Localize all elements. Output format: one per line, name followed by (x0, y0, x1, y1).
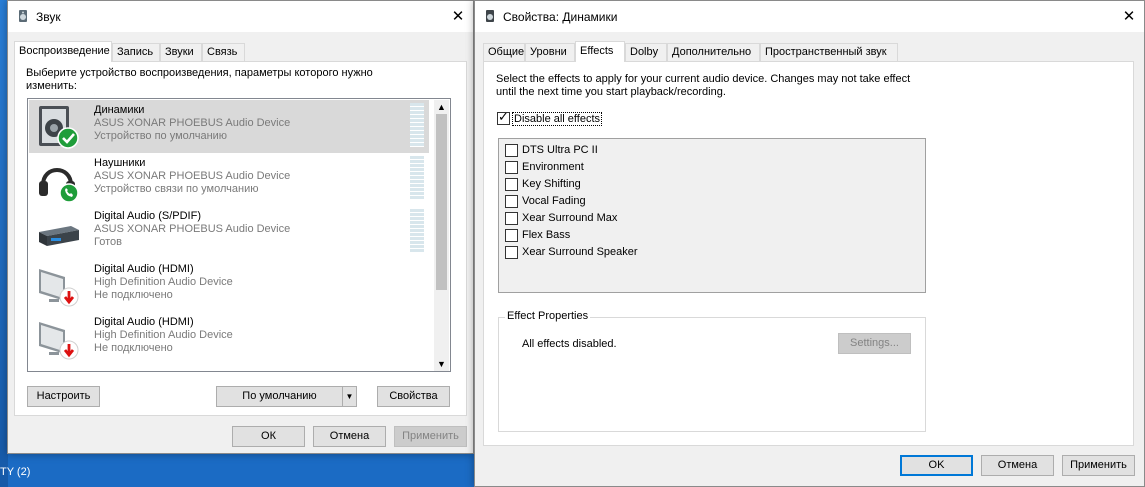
device-row-spdif[interactable]: Digital Audio (S/PDIF) ASUS XONAR PHOEBU… (29, 206, 429, 259)
properties-tabs: Общие Уровни Effects Dolby Дополнительно… (483, 41, 1133, 62)
device-name: Digital Audio (S/PDIF) (94, 210, 201, 222)
tab-effects[interactable]: Effects (575, 41, 625, 62)
disable-all-effects-label[interactable]: Disable all effects (512, 112, 603, 126)
tab-recording[interactable]: Запись (112, 43, 160, 61)
tab-spatial-sound[interactable]: Пространственный звук (760, 43, 898, 61)
device-row-headphones[interactable]: Наушники ASUS XONAR PHOEBUS Audio Device… (29, 153, 429, 206)
effect-checkbox[interactable] (505, 161, 518, 174)
effect-checkbox[interactable] (505, 178, 518, 191)
effects-tab-panel: Select the effects to apply for your cur… (483, 61, 1134, 446)
sound-apply-button[interactable]: Применить (394, 426, 467, 447)
device-status: Устройство связи по умолчанию (94, 183, 259, 195)
effect-properties-status: All effects disabled. (522, 338, 617, 350)
effect-label: Key Shifting (522, 178, 581, 190)
sound-titlebar[interactable]: Звук ✕ (8, 1, 473, 32)
disable-all-effects-checkbox[interactable] (497, 110, 510, 125)
device-driver: ASUS XONAR PHOEBUS Audio Device (94, 223, 291, 235)
speaker-app-icon (486, 10, 494, 22)
effect-label: Vocal Fading (522, 195, 586, 207)
properties-button[interactable]: Свойства (377, 386, 450, 407)
properties-apply-button[interactable]: Применить (1062, 455, 1135, 476)
effects-list: DTS Ultra PC II Environment Key Shifting… (498, 138, 926, 293)
properties-title: Свойства: Динамики (503, 10, 618, 24)
device-list-scrollbar[interactable]: ▲ ▼ (434, 100, 449, 371)
properties-close-button[interactable]: ✕ (1114, 1, 1144, 32)
effect-checkbox[interactable] (505, 212, 518, 225)
device-row-hdmi-2[interactable]: Digital Audio (HDMI) High Definition Aud… (29, 312, 429, 365)
tab-playback[interactable]: Воспроизведение (14, 41, 112, 62)
device-name: Digital Audio (HDMI) (94, 316, 194, 328)
spdif-device-icon (39, 226, 79, 246)
effect-label: DTS Ultra PC II (522, 144, 598, 156)
set-default-button[interactable]: По умолчанию ▼ (216, 386, 357, 407)
tab-dolby[interactable]: Dolby (625, 43, 667, 61)
sound-title: Звук (36, 10, 61, 24)
device-list: Динамики ASUS XONAR PHOEBUS Audio Device… (27, 98, 451, 372)
level-meter (410, 103, 424, 147)
monitor-icon (39, 269, 79, 307)
sound-dialog: Звук ✕ Воспроизведение Запись Звуки Связ… (7, 0, 474, 454)
dropdown-arrow-icon[interactable]: ▼ (342, 387, 356, 406)
headphones-icon (39, 168, 79, 203)
device-status: Не подключено (94, 342, 173, 354)
effect-properties-title: Effect Properties (505, 310, 591, 322)
tab-advanced[interactable]: Дополнительно (667, 43, 760, 61)
scroll-down-icon[interactable]: ▼ (434, 357, 449, 371)
device-status: Готов (94, 236, 122, 248)
monitor-icon (39, 322, 79, 360)
tab-sounds[interactable]: Звуки (160, 43, 202, 61)
sound-ok-button[interactable]: ОК (232, 426, 305, 447)
playback-instruction: Выберите устройство воспроизведения, пар… (26, 67, 373, 92)
device-name: Наушники (94, 157, 146, 169)
effect-label: Flex Bass (522, 229, 571, 241)
configure-button[interactable]: Настроить (27, 386, 100, 407)
properties-ok-button[interactable]: OK (900, 455, 973, 476)
settings-button[interactable]: Settings... (838, 333, 911, 354)
properties-cancel-button[interactable]: Отмена (981, 455, 1054, 476)
tab-communications[interactable]: Связь (202, 43, 245, 61)
set-default-label: По умолчанию (242, 390, 317, 402)
properties-titlebar[interactable]: Свойства: Динамики ✕ (475, 1, 1144, 32)
sound-close-button[interactable]: ✕ (443, 1, 473, 32)
device-status: Устройство по умолчанию (94, 130, 228, 142)
device-row-hdmi-1[interactable]: Digital Audio (HDMI) High Definition Aud… (29, 259, 429, 312)
device-driver: High Definition Audio Device (94, 276, 233, 288)
scroll-thumb[interactable] (436, 114, 447, 290)
speaker-icon (39, 106, 79, 149)
effect-properties-group: Effect Properties All effects disabled. … (498, 310, 926, 432)
sound-cancel-button[interactable]: Отмена (313, 426, 386, 447)
level-meter (410, 209, 424, 253)
effect-checkbox[interactable] (505, 246, 518, 259)
sound-tabs: Воспроизведение Запись Звуки Связь (14, 41, 470, 62)
speaker-properties-dialog: Свойства: Динамики ✕ Общие Уровни Effect… (474, 0, 1145, 487)
device-row-speakers[interactable]: Динамики ASUS XONAR PHOEBUS Audio Device… (29, 100, 429, 153)
effect-checkbox[interactable] (505, 229, 518, 242)
effect-checkbox[interactable] (505, 144, 518, 157)
effect-label: Environment (522, 161, 584, 173)
desktop-taskbar-label: TY (2) (0, 466, 31, 478)
tab-levels[interactable]: Уровни (525, 43, 575, 61)
effect-checkbox[interactable] (505, 195, 518, 208)
scroll-up-icon[interactable]: ▲ (434, 100, 449, 114)
effects-description-line1: Select the effects to apply for your cur… (496, 73, 911, 85)
sound-tab-panel: Выберите устройство воспроизведения, пар… (14, 61, 467, 416)
device-name: Digital Audio (HDMI) (94, 263, 194, 275)
effect-label: Xear Surround Max (522, 212, 618, 224)
device-status: Не подключено (94, 289, 173, 301)
device-driver: ASUS XONAR PHOEBUS Audio Device (94, 117, 291, 129)
device-driver: ASUS XONAR PHOEBUS Audio Device (94, 170, 291, 182)
device-driver: High Definition Audio Device (94, 329, 233, 341)
tab-general[interactable]: Общие (483, 43, 525, 61)
speaker-app-icon (19, 10, 27, 22)
effect-label: Xear Surround Speaker (522, 246, 638, 258)
level-meter (410, 156, 424, 200)
effects-description-line2: until the next time you start playback/r… (496, 86, 726, 98)
device-name: Динамики (94, 104, 145, 116)
